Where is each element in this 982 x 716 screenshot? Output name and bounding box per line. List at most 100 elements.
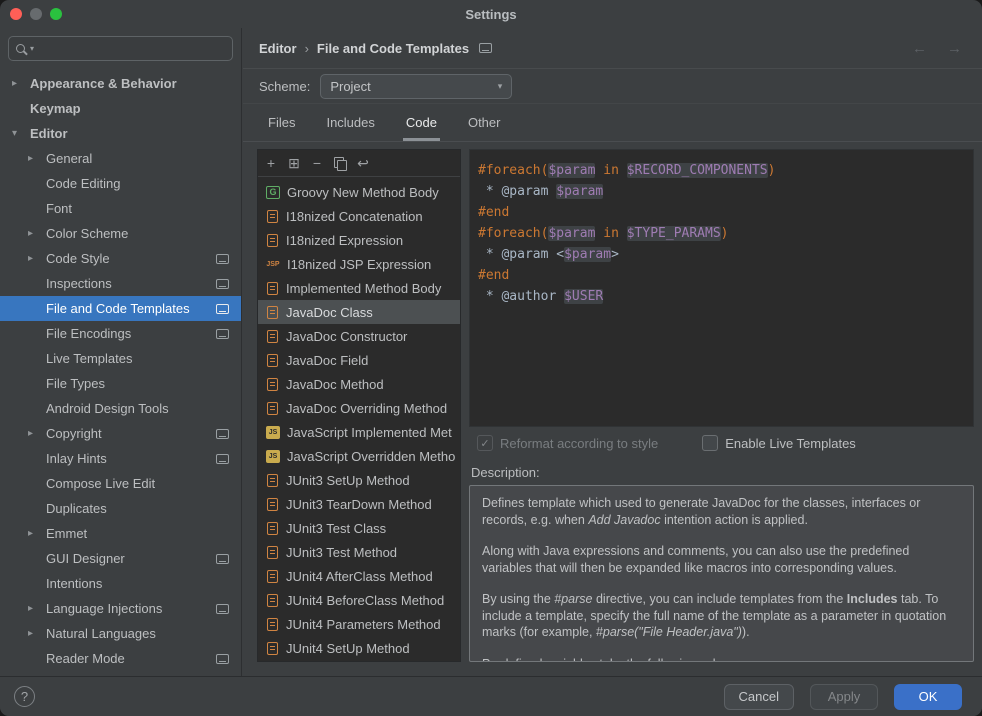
- template-item-javascript-implemented-met[interactable]: JSJavaScript Implemented Met: [258, 420, 460, 444]
- sidebar-item-label: General: [46, 151, 92, 166]
- template-item-javadoc-class[interactable]: JavaDoc Class: [258, 300, 460, 324]
- sidebar-item-keymap[interactable]: Keymap: [0, 96, 241, 121]
- sidebar-item-general[interactable]: ▸General: [0, 146, 241, 171]
- sidebar-item-duplicates[interactable]: Duplicates: [0, 496, 241, 521]
- breadcrumb-file-and-code-templates: File and Code Templates: [317, 41, 469, 56]
- chevron-collapsed-icon[interactable]: ▸: [28, 153, 46, 164]
- help-button[interactable]: ?: [14, 686, 35, 707]
- sidebar-item-appearance-behavior[interactable]: ▸Appearance & Behavior: [0, 71, 241, 96]
- template-file-icon: [267, 498, 278, 511]
- sidebar-item-gui-designer[interactable]: GUI Designer: [0, 546, 241, 571]
- template-item-i18nized-jsp-expression[interactable]: JSPI18nized JSP Expression: [258, 252, 460, 276]
- minimize-button[interactable]: [30, 8, 42, 20]
- template-item-i18nized-expression[interactable]: I18nized Expression: [258, 228, 460, 252]
- settings-search-input[interactable]: ▾: [8, 36, 233, 61]
- template-item-junit4-parameters-method[interactable]: JUnit4 Parameters Method: [258, 612, 460, 636]
- chevron-collapsed-icon[interactable]: ▸: [28, 628, 46, 639]
- breadcrumb-editor[interactable]: Editor: [259, 41, 297, 56]
- code-line: * @param $param: [478, 181, 965, 202]
- reformat-checkbox[interactable]: ✓ Reformat according to style: [477, 435, 658, 451]
- chevron-collapsed-icon[interactable]: ▸: [28, 528, 46, 539]
- copy-template-icon[interactable]: [332, 155, 348, 171]
- chevron-collapsed-icon[interactable]: ▸: [12, 78, 30, 89]
- chevron-collapsed-icon[interactable]: ▸: [28, 253, 46, 264]
- sidebar-item-file-encodings[interactable]: File Encodings: [0, 321, 241, 346]
- search-history-chevron-icon[interactable]: ▾: [30, 44, 34, 53]
- template-item-i18nized-concatenation[interactable]: I18nized Concatenation: [258, 204, 460, 228]
- zoom-button[interactable]: [50, 8, 62, 20]
- sidebar-item-code-style[interactable]: ▸Code Style: [0, 246, 241, 271]
- tab-includes[interactable]: Includes: [323, 104, 377, 141]
- description-paragraph: By using the #parse directive, you can i…: [482, 591, 961, 641]
- template-item-junit3-test-class[interactable]: JUnit3 Test Class: [258, 516, 460, 540]
- sidebar-item-compose-live-edit[interactable]: Compose Live Edit: [0, 471, 241, 496]
- chevron-collapsed-icon[interactable]: ▸: [28, 228, 46, 239]
- create-child-template-icon[interactable]: ⊞: [286, 155, 302, 171]
- sidebar-item-label: Inspections: [46, 276, 112, 291]
- sidebar-item-file-types[interactable]: File Types: [0, 371, 241, 396]
- code-token: $param: [556, 184, 603, 199]
- sidebar-item-reader-mode[interactable]: Reader Mode: [0, 646, 241, 671]
- sidebar-item-label: Font: [46, 201, 72, 216]
- forward-icon[interactable]: →: [947, 40, 962, 57]
- back-icon[interactable]: ←: [912, 40, 927, 57]
- create-template-icon[interactable]: +: [263, 155, 279, 171]
- description-text: Defines template which used to generate …: [469, 485, 974, 662]
- chevron-collapsed-icon[interactable]: ▸: [28, 428, 46, 439]
- template-tabs: Files Includes Code Other: [243, 104, 982, 142]
- sidebar-item-editor[interactable]: ▾Editor: [0, 121, 241, 146]
- description-paragraph: Defines template which used to generate …: [482, 495, 961, 528]
- sidebar-item-inspections[interactable]: Inspections: [0, 271, 241, 296]
- template-item-javadoc-field[interactable]: JavaDoc Field: [258, 348, 460, 372]
- cancel-button[interactable]: Cancel: [724, 684, 794, 710]
- sidebar-item-live-templates[interactable]: Live Templates: [0, 346, 241, 371]
- template-item-javascript-overridden-metho[interactable]: JSJavaScript Overridden Metho: [258, 444, 460, 468]
- sidebar-item-font[interactable]: Font: [0, 196, 241, 221]
- code-line: * @param <$param>: [478, 244, 965, 265]
- sidebar-item-emmet[interactable]: ▸Emmet: [0, 521, 241, 546]
- sidebar-item-label: Duplicates: [46, 501, 107, 516]
- sidebar-item-android-design-tools[interactable]: Android Design Tools: [0, 396, 241, 421]
- live-templates-checkbox-label: Enable Live Templates: [725, 436, 856, 451]
- ide-scope-icon: [216, 279, 229, 289]
- template-item-groovy-new-method-body[interactable]: GGroovy New Method Body: [258, 180, 460, 204]
- template-item-javadoc-method[interactable]: JavaDoc Method: [258, 372, 460, 396]
- template-name: Groovy New Method Body: [287, 185, 439, 200]
- sidebar-item-intentions[interactable]: Intentions: [0, 571, 241, 596]
- chevron-expanded-icon[interactable]: ▾: [12, 128, 30, 139]
- sidebar-item-natural-languages[interactable]: ▸Natural Languages: [0, 621, 241, 646]
- sidebar-item-language-injections[interactable]: ▸Language Injections: [0, 596, 241, 621]
- sidebar-item-file-and-code-templates[interactable]: File and Code Templates: [0, 296, 241, 321]
- template-item-junit4-afterclass-method[interactable]: JUnit4 AfterClass Method: [258, 564, 460, 588]
- javascript-file-icon: JS: [266, 450, 280, 463]
- enable-live-templates-checkbox[interactable]: Enable Live Templates: [702, 435, 856, 451]
- description-text-run: Includes: [847, 592, 898, 606]
- apply-button[interactable]: Apply: [810, 684, 878, 710]
- template-file-icon: [267, 354, 278, 367]
- sidebar-item-label: Language Injections: [46, 601, 162, 616]
- chevron-collapsed-icon[interactable]: ▸: [28, 603, 46, 614]
- template-item-junit4-beforeclass-method[interactable]: JUnit4 BeforeClass Method: [258, 588, 460, 612]
- sidebar-item-code-editing[interactable]: Code Editing: [0, 171, 241, 196]
- template-item-javadoc-overriding-method[interactable]: JavaDoc Overriding Method: [258, 396, 460, 420]
- template-item-junit3-setup-method[interactable]: JUnit3 SetUp Method: [258, 468, 460, 492]
- remove-template-icon[interactable]: −: [309, 155, 325, 171]
- ok-button[interactable]: OK: [894, 684, 962, 710]
- tab-other[interactable]: Other: [465, 104, 504, 141]
- template-item-implemented-method-body[interactable]: Implemented Method Body: [258, 276, 460, 300]
- code-token: in: [595, 226, 626, 241]
- template-item-junit4-setup-method[interactable]: JUnit4 SetUp Method: [258, 636, 460, 660]
- reset-to-default-icon[interactable]: ↩: [355, 155, 371, 171]
- sidebar-item-inlay-hints[interactable]: Inlay Hints: [0, 446, 241, 471]
- template-item-javadoc-constructor[interactable]: JavaDoc Constructor: [258, 324, 460, 348]
- template-editor[interactable]: #foreach($param in $RECORD_COMPONENTS) *…: [469, 149, 974, 427]
- tab-code[interactable]: Code: [403, 104, 440, 141]
- close-button[interactable]: [10, 8, 22, 20]
- sidebar-item-copyright[interactable]: ▸Copyright: [0, 421, 241, 446]
- sidebar-item-color-scheme[interactable]: ▸Color Scheme: [0, 221, 241, 246]
- template-item-junit3-teardown-method[interactable]: JUnit3 TearDown Method: [258, 492, 460, 516]
- template-item-junit3-test-method[interactable]: JUnit3 Test Method: [258, 540, 460, 564]
- template-name: JUnit4 Parameters Method: [286, 617, 441, 632]
- tab-files[interactable]: Files: [265, 104, 298, 141]
- scheme-select[interactable]: Project ▾: [320, 74, 512, 99]
